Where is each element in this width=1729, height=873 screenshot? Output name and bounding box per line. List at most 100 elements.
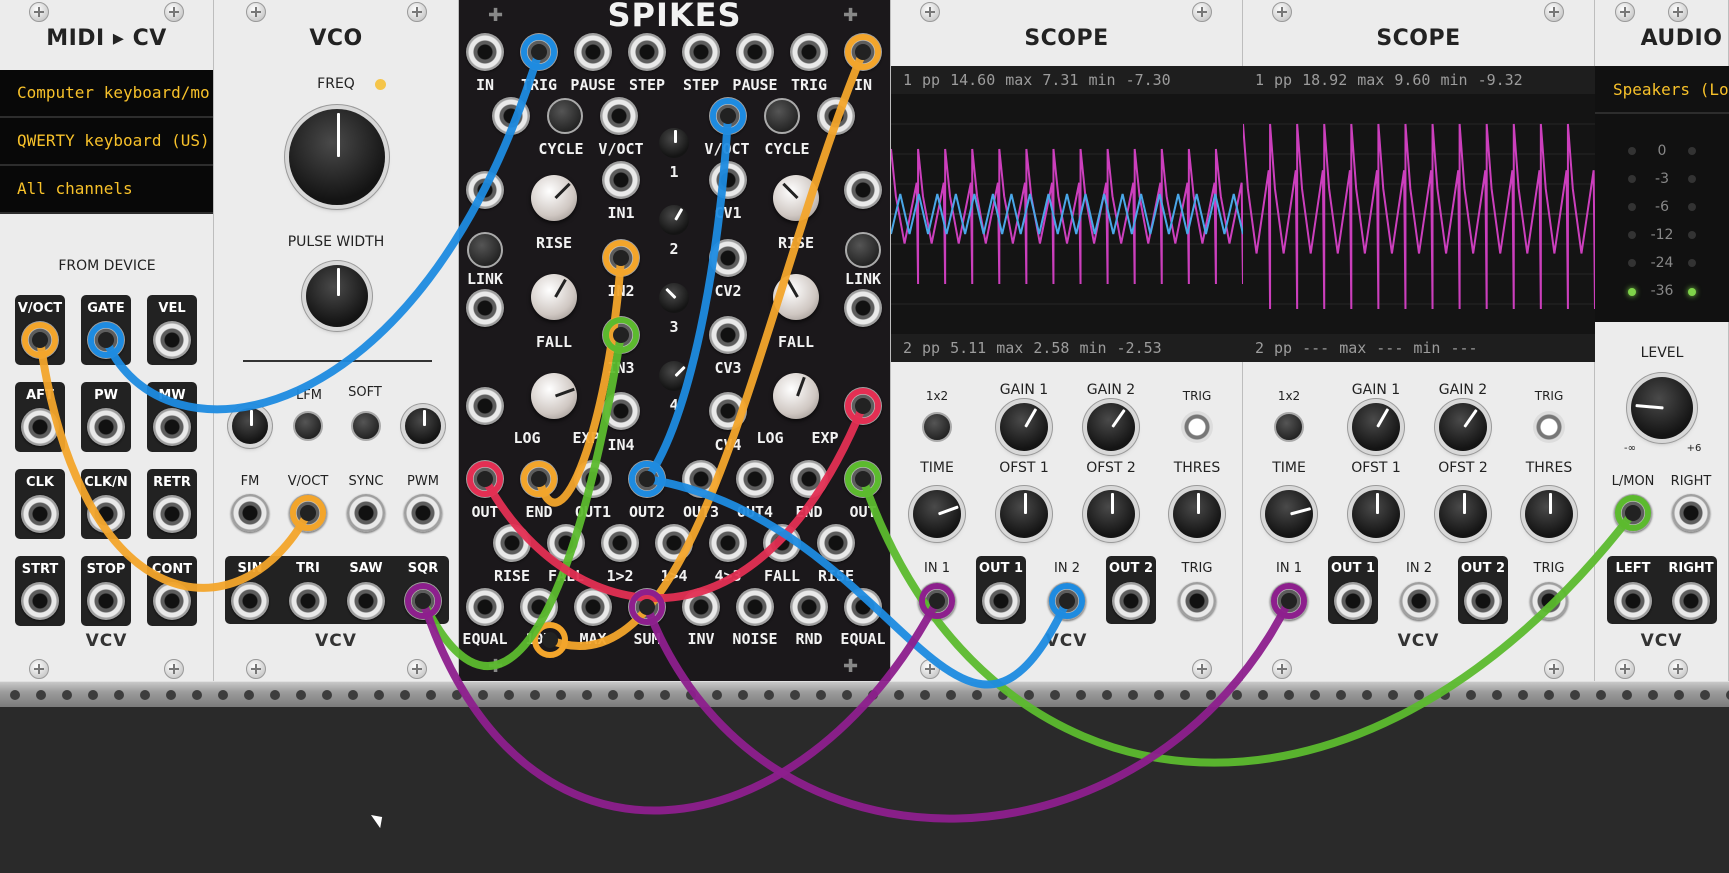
midi-vel-jack[interactable] [153,321,191,359]
spikes-in2-jack[interactable] [844,33,882,71]
scope2-thres-knob[interactable] [1525,490,1573,538]
spikes-out2-jack[interactable] [628,460,666,498]
spikes-in1-mix-jack[interactable] [602,161,640,199]
audio-level-knob[interactable] [1631,377,1693,439]
spikes-1gt4-jack[interactable] [655,524,693,562]
spikes-rise-right-knob[interactable] [773,175,819,221]
scope2-gain1-knob[interactable] [1352,403,1400,451]
scope2-out2-jack[interactable] [1464,582,1502,620]
spikes-voct2-jack[interactable] [709,97,747,135]
spikes-fall-cv-left-jack[interactable] [466,289,504,327]
midi-cv-module[interactable]: MIDI ▸ CV Computer keyboard/mo QWERTY ke… [0,0,214,681]
vco-sync-jack[interactable] [347,494,385,532]
midi-device-select[interactable]: QWERTY keyboard (US) [0,118,213,166]
spikes-step1-knob[interactable] [659,128,689,158]
freq-knob[interactable] [289,109,385,205]
audio-right-out-jack[interactable] [1672,582,1710,620]
scope2-trig-button[interactable] [1533,411,1565,443]
pulse-width-knob[interactable] [306,265,368,327]
spikes-out1-jack[interactable] [574,460,612,498]
spikes-cycle1-button[interactable] [547,98,583,134]
midi-clkn-jack[interactable] [87,495,125,533]
spikes-out-right-jack[interactable] [844,460,882,498]
spikes-step1-jack[interactable] [628,33,666,71]
spikes-fall-out-left-jack[interactable] [547,524,585,562]
scope1-gain1-knob[interactable] [1000,403,1048,451]
scope1-in1-jack[interactable] [918,582,956,620]
spikes-voct1-jack[interactable] [600,97,638,135]
midi-pw-jack[interactable] [87,408,125,446]
midi-mw-jack[interactable] [153,408,191,446]
spikes-1gt2-jack[interactable] [601,524,639,562]
spikes-in3-mix-jack[interactable] [602,316,640,354]
midi-voct-jack[interactable] [21,321,59,359]
scope1-out2-jack[interactable] [1112,582,1150,620]
lfm-switch[interactable] [293,411,323,441]
pwm-attenuator-knob[interactable] [405,408,441,444]
scope1-1x2-button[interactable] [922,412,952,442]
spikes-link-right-button[interactable] [845,232,881,268]
spikes-link-left-button[interactable] [467,232,503,268]
spikes-pause1-jack[interactable] [574,33,612,71]
spikes-cv1-jack[interactable] [709,161,747,199]
scope1-thres-knob[interactable] [1173,490,1221,538]
scope1-gain2-knob[interactable] [1087,403,1135,451]
spikes-cycle2-button[interactable] [764,98,800,134]
scope1-trig-jack[interactable] [1178,582,1216,620]
spikes-max-jack[interactable] [574,588,612,626]
spikes-out3-jack[interactable] [682,460,720,498]
spikes-cycle1-jack[interactable] [492,97,530,135]
spikes-10v-jack[interactable] [520,588,558,626]
spikes-4gt3-jack[interactable] [709,524,747,562]
midi-stop-jack[interactable] [87,582,125,620]
scope2-ofst2-knob[interactable] [1439,490,1487,538]
vco-fm-jack[interactable] [231,494,269,532]
spikes-out4-jack[interactable] [736,460,774,498]
scope2-gain2-knob[interactable] [1439,403,1487,451]
spikes-cycle2-jack[interactable] [817,97,855,135]
spikes-step4-knob[interactable] [659,361,689,391]
scope2-in1-jack[interactable] [1270,582,1308,620]
spikes-out-left-jack[interactable] [466,460,504,498]
spikes-equal-left-jack[interactable] [466,588,504,626]
spikes-cv2-jack[interactable] [709,239,747,277]
spikes-in4-mix-jack[interactable] [602,392,640,430]
spikes-trig2-jack[interactable] [790,33,828,71]
vco-tri-jack[interactable] [289,582,327,620]
audio-module[interactable]: AUDIO Speakers (Lo 0 -3 -6 -12 -24 -36 L… [1595,0,1729,681]
spikes-rnd-jack[interactable] [790,588,828,626]
midi-clk-jack[interactable] [21,495,59,533]
vco-voct-jack[interactable] [289,494,327,532]
spikes-trig1-jack[interactable] [520,33,558,71]
audio-device-select[interactable]: Speakers (Lo [1595,66,1729,114]
spikes-step3-knob[interactable] [659,283,689,313]
scope1-trig-button[interactable] [1181,411,1213,443]
scope2-time-knob[interactable] [1265,490,1313,538]
midi-retr-jack[interactable] [153,495,191,533]
fm-attenuator-knob[interactable] [232,408,268,444]
spikes-step2-knob[interactable] [659,205,689,235]
midi-gate-jack[interactable] [87,321,125,359]
scope2-out1-jack[interactable] [1334,582,1372,620]
spikes-module[interactable]: SPIKES ✚ ✚ IN TRIG PAUSE STEP STEP PAUSE… [459,0,891,681]
spikes-curve-cv-right-jack[interactable] [844,387,882,425]
spikes-end-left-jack[interactable] [520,460,558,498]
rack-canvas[interactable]: MIDI ▸ CV Computer keyboard/mo QWERTY ke… [0,0,1729,873]
spikes-rise-cv-right-jack[interactable] [844,171,882,209]
spikes-pause2-jack[interactable] [736,33,774,71]
vco-pwm-jack[interactable] [404,494,442,532]
spikes-rise-left-knob[interactable] [531,175,577,221]
scope2-ofst1-knob[interactable] [1352,490,1400,538]
vco-sin-jack[interactable] [231,582,269,620]
scope1-out1-jack[interactable] [982,582,1020,620]
vco-saw-jack[interactable] [347,582,385,620]
midi-aft-jack[interactable] [21,408,59,446]
spikes-rise-out-right-jack[interactable] [817,524,855,562]
spikes-noise-jack[interactable] [736,588,774,626]
spikes-curve-cv-left-jack[interactable] [466,387,504,425]
spikes-rise-out-left-jack[interactable] [493,524,531,562]
scope1-time-knob[interactable] [913,490,961,538]
scope1-in2-jack[interactable] [1048,582,1086,620]
spikes-rise-cv-left-jack[interactable] [466,171,504,209]
spikes-fall-left-knob[interactable] [531,274,577,320]
